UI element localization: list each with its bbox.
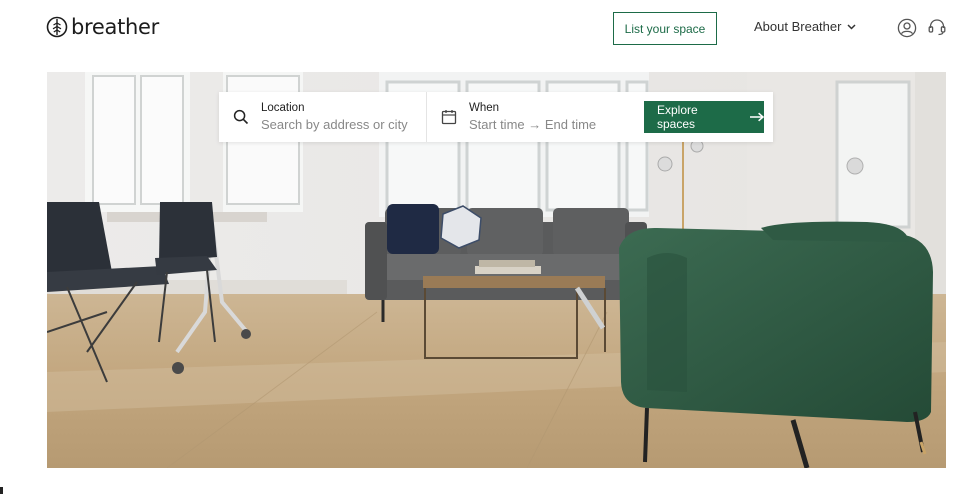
page-edge-marker [0, 487, 3, 494]
date-range-value[interactable]: Start time → End time [469, 117, 596, 133]
list-your-space-button[interactable]: List your space [613, 12, 717, 45]
user-circle-icon[interactable] [897, 18, 917, 38]
search-icon [233, 109, 249, 125]
location-field[interactable]: Location [219, 92, 427, 142]
about-menu[interactable]: About Breather [754, 19, 856, 34]
leaf-logo-icon [46, 16, 68, 38]
when-label: When [469, 102, 500, 114]
explore-spaces-button[interactable]: Explore spaces [644, 101, 764, 133]
chevron-down-icon [847, 23, 856, 30]
calendar-icon [441, 110, 457, 125]
site-header: breather List your space About Breather [0, 0, 975, 60]
brand-logo[interactable]: breather [46, 15, 159, 39]
arrow-right-icon [749, 112, 764, 122]
about-label: About Breather [754, 19, 842, 34]
location-label: Location [261, 102, 305, 114]
when-field[interactable]: When Start time → End time [427, 92, 643, 142]
logo-text: breather [71, 15, 159, 39]
headset-icon[interactable] [927, 17, 947, 37]
explore-label: Explore spaces [657, 103, 698, 131]
location-input[interactable] [261, 117, 421, 133]
